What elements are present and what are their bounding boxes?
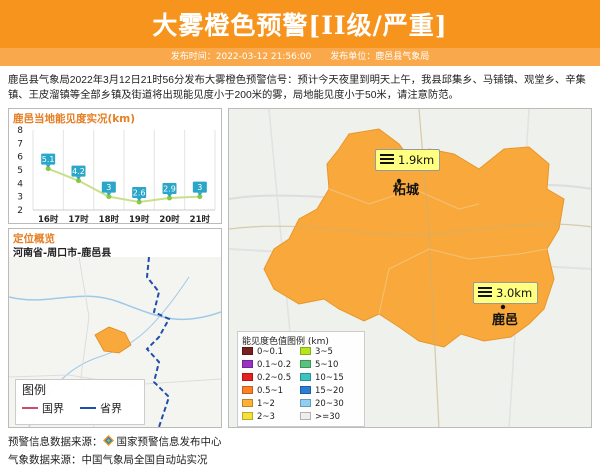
legend-label: 0~0.1 (257, 347, 284, 357)
legend-item: 3~5 (300, 347, 333, 357)
chart-data-label: 4.2 (72, 167, 85, 176)
location-legend-title: 图例 (22, 383, 47, 397)
chart-y-tick: 6 (17, 153, 23, 163)
legend-swatch (242, 412, 253, 420)
chart-data-label: 2.9 (163, 185, 176, 194)
chart-x-tick: 19时 (129, 214, 150, 224)
chart-data-label: 5.1 (42, 155, 55, 164)
legend-item: 10~15 (300, 373, 344, 383)
legend-swatch (300, 360, 311, 368)
legend-swatch (300, 412, 311, 420)
warning-source: 预警信息数据来源： 国家预警信息发布中心 (8, 434, 222, 449)
chart-x-tick: 21时 (190, 214, 211, 224)
legend-swatch (242, 360, 253, 368)
legend-swatch (242, 373, 253, 381)
fog-map-panel: 1.9km 柘城 3.0km 鹿邑 能见度色值图例 (km) 0~0.1 3~5 0… (228, 108, 592, 428)
legend-item: 0.5~1 (242, 386, 283, 396)
chart-data-label: 2.6 (133, 189, 146, 198)
chart-y-tick: 2 (17, 206, 23, 216)
chart-x-tick: 17时 (68, 214, 89, 224)
legend-item: 2~3 (242, 412, 275, 422)
warning-description: 鹿邑县气象局2022年3月12日21时56分发布大雾橙色预警信号：预计今天夜里到… (8, 75, 586, 101)
chart-data-label: 3 (197, 183, 202, 192)
fog-icon (380, 154, 394, 166)
national-border-label: 国界 (42, 402, 64, 415)
chart-y-tick: 7 (17, 139, 23, 149)
legend-label: >=30 (315, 412, 341, 422)
station-callout-zhecheng[interactable]: 1.9km (375, 149, 441, 171)
chart-y-tick: 4 (17, 179, 23, 189)
provincial-border-swatch (80, 407, 96, 409)
legend-item: 0.2~0.5 (242, 373, 291, 383)
legend-label: 2~3 (257, 412, 275, 422)
legend-label: 20~30 (315, 399, 344, 409)
legend-swatch (300, 399, 311, 407)
location-overview-panel: 定位概览 河南省-周口市-鹿邑县 图例 国界 省界 (8, 228, 222, 428)
provincial-border-label: 省界 (100, 402, 122, 415)
legend-swatch (300, 373, 311, 381)
station-value: 3.0km (496, 286, 533, 300)
legend-swatch (300, 386, 311, 394)
warning-source-label: 预警信息数据来源： (8, 436, 103, 448)
legend-label: 0.2~0.5 (257, 373, 292, 383)
warning-source-org[interactable]: 国家预警信息发布中心 (117, 436, 222, 448)
legend-swatch (242, 399, 253, 407)
weather-source: 气象数据来源：中国气象局全国自动站实况 (8, 454, 208, 466)
legend-swatch (300, 347, 311, 355)
visibility-color-legend: 能见度色值图例 (km) 0~0.1 3~5 0.1~0.2 5~10 0.2~0.5 1… (237, 331, 365, 427)
city-label-luyi: 鹿邑 (492, 313, 519, 328)
legend-title: 能见度色值图例 (km) (242, 337, 329, 347)
warning-center-logo-icon (102, 435, 114, 446)
legend-item: 5~10 (300, 360, 338, 370)
legend-label: 1~2 (257, 399, 275, 409)
legend-swatch (242, 386, 253, 394)
visibility-chart: 2 3 4 5 6 7 8 16时 17时 18时 19时 20时 21时 5.1 4.2 3 2.6 2.9… (17, 126, 216, 224)
chart-x-tick: 16时 (38, 214, 59, 224)
chart-x-tick: 20时 (159, 214, 180, 224)
legend-item: 20~30 (300, 399, 344, 409)
warning-meta: 发布时间：2022-03-12 21:56:00 发布单位：鹿邑县气象局 (0, 48, 600, 66)
legend-label: 0.5~1 (257, 386, 284, 396)
legend-item: >=30 (300, 412, 340, 422)
chart-y-tick: 5 (17, 166, 23, 176)
legend-item: 15~20 (300, 386, 344, 396)
legend-item: 1~2 (242, 399, 275, 409)
station-value: 1.9km (398, 153, 435, 167)
visibility-chart-panel: 鹿邑当地能见度实况(km) 2345678 16时 17时 18时 19时 20时 21时… (8, 108, 222, 224)
legend-label: 10~15 (315, 373, 344, 383)
legend-label: 15~20 (315, 386, 344, 396)
legend-item: 0.1~0.2 (242, 360, 291, 370)
location-legend: 图例 国界 省界 (15, 379, 145, 425)
chart-y-tick: 8 (17, 126, 23, 136)
fog-icon (478, 287, 492, 299)
legend-label: 3~5 (315, 347, 333, 357)
legend-label: 0.1~0.2 (257, 360, 292, 370)
publish-time: 发布时间：2022-03-12 21:56:00 (170, 52, 312, 62)
legend-label: 5~10 (315, 360, 339, 370)
chart-data-label: 3 (106, 183, 111, 192)
warning-title: 大雾橙色预警[II级/严重] (152, 11, 448, 40)
national-border-swatch (22, 407, 38, 409)
city-label-zhecheng: 柘城 (393, 183, 420, 198)
legend-item: 0~0.1 (242, 347, 283, 357)
publisher: 发布单位：鹿邑县气象局 (330, 52, 430, 62)
legend-swatch (242, 347, 253, 355)
header-banner: 大雾橙色预警[II级/严重] 发布时间：2022-03-12 21:56:00 … (0, 0, 600, 66)
station-callout-luyi[interactable]: 3.0km (473, 282, 539, 304)
chart-x-tick: 18时 (99, 214, 120, 224)
chart-y-tick: 3 (17, 193, 23, 203)
